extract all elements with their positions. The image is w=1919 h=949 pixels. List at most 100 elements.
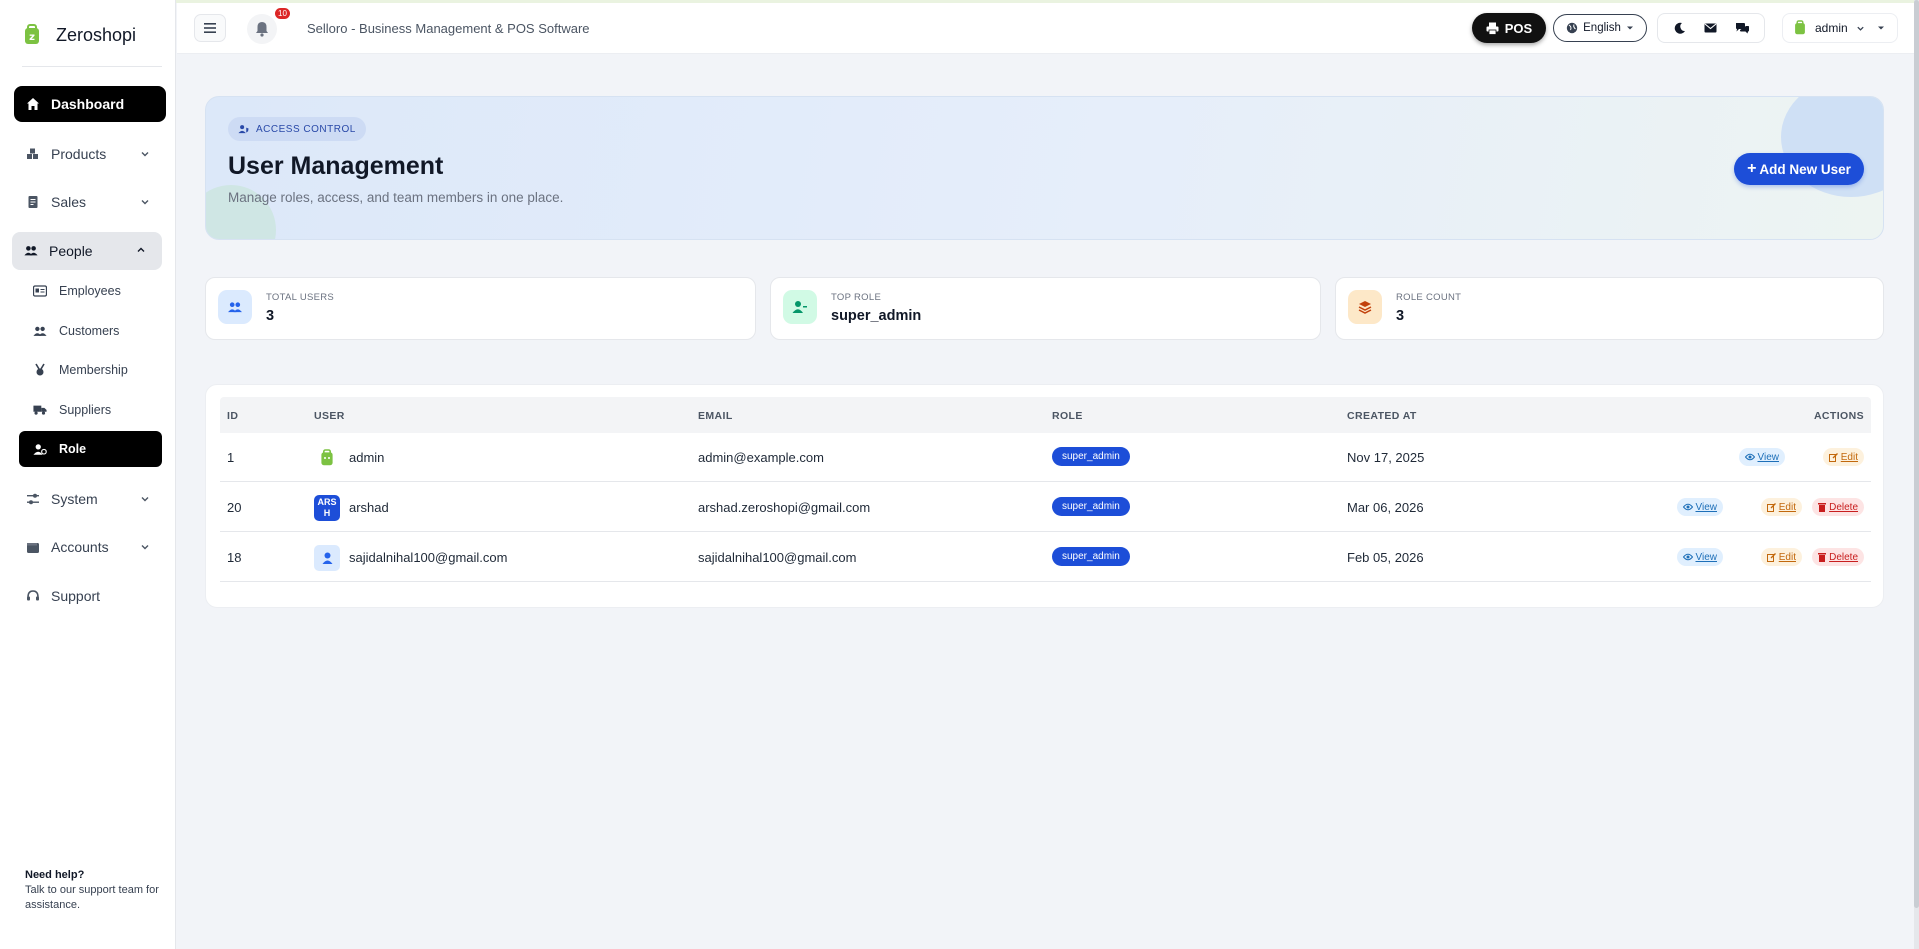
layers-icon	[1348, 290, 1382, 324]
sidebar-subitem-label: Customers	[59, 324, 120, 338]
cell-created-at: Nov 17, 2025	[1347, 450, 1425, 465]
quick-actions	[1657, 13, 1765, 43]
edit-label: Edit	[1778, 501, 1796, 513]
page-subtitle: Manage roles, access, and team members i…	[228, 190, 564, 205]
printer-icon	[1486, 22, 1499, 35]
cell-created-at: Mar 06, 2026	[1347, 500, 1424, 515]
receipt-icon	[26, 195, 40, 209]
add-new-user-button[interactable]: + Add New User	[1734, 153, 1864, 185]
truck-icon	[33, 403, 47, 417]
sidebar-item-support[interactable]: Support	[14, 578, 166, 614]
headset-icon	[26, 589, 40, 603]
sidebar-item-sales[interactable]: Sales	[14, 184, 166, 220]
sidebar-subitem-employees[interactable]: Employees	[19, 274, 163, 308]
column-header-created-at[interactable]: CREATED AT	[1347, 410, 1417, 422]
scrollbar-thumb[interactable]	[1914, 0, 1919, 908]
delete-label: Delete	[1829, 551, 1858, 563]
user-name: admin	[1815, 21, 1848, 35]
medal-icon	[33, 363, 47, 377]
id-card-icon	[33, 284, 47, 298]
edit-button[interactable]: Edit	[1760, 498, 1802, 516]
column-header-actions: ACTIONS	[1813, 410, 1864, 422]
user-tag-icon	[783, 290, 817, 324]
delete-button[interactable]: Delete	[1812, 498, 1864, 516]
language-label: English	[1583, 22, 1621, 34]
sidebar-item-dashboard[interactable]: Dashboard	[14, 86, 166, 122]
menu-toggle-button[interactable]	[194, 14, 226, 42]
edit-icon	[1766, 552, 1776, 562]
edit-icon	[1766, 502, 1776, 512]
sidebar-subitem-label: Employees	[59, 284, 121, 298]
chevron-down-icon	[141, 497, 149, 502]
sidebar-subitem-customers[interactable]: Customers	[19, 314, 163, 348]
avatar-alt-text: ARSH	[317, 497, 337, 518]
sidebar-subitem-membership[interactable]: Membership	[19, 353, 163, 387]
view-label: View	[1757, 451, 1780, 463]
sidebar-item-system[interactable]: System	[14, 481, 166, 517]
user-menu-button[interactable]: admin	[1782, 13, 1898, 43]
sidebar-item-products[interactable]: Products	[14, 136, 166, 172]
envelope-icon	[1704, 23, 1717, 33]
stat-label: ROLE COUNT	[1396, 292, 1462, 303]
sidebar-item-label: People	[49, 243, 93, 259]
page-scrollbar[interactable]	[1914, 0, 1919, 949]
cell-user: admin	[349, 450, 385, 465]
avatar	[314, 545, 340, 571]
sidebar-item-accounts[interactable]: Accounts	[14, 529, 166, 565]
cell-user: arshad	[349, 500, 389, 515]
stat-label: TOP ROLE	[831, 292, 882, 303]
dark-mode-toggle[interactable]	[1671, 19, 1689, 37]
sidebar-item-label: Products	[51, 146, 107, 162]
table-row: 20 ARSH arshad arshad.zeroshopi@gmail.co…	[220, 483, 1871, 532]
trash-icon	[1818, 503, 1827, 512]
view-button[interactable]: View	[1676, 548, 1723, 566]
chip-label: ACCESS CONTROL	[256, 123, 356, 135]
edit-button[interactable]: Edit	[1760, 548, 1802, 566]
messages-button[interactable]	[1702, 19, 1720, 37]
chat-button[interactable]	[1733, 19, 1751, 37]
section-chip: ACCESS CONTROL	[228, 117, 366, 141]
user-shield-icon	[238, 125, 249, 134]
sidebar-subitem-role[interactable]: Role	[19, 431, 162, 467]
notifications-button[interactable]	[247, 14, 277, 44]
plus-icon: +	[1747, 160, 1757, 177]
view-button[interactable]: View	[1738, 448, 1785, 466]
cell-email: sajidalnihal100@gmail.com	[698, 550, 857, 565]
globe-icon	[1566, 22, 1578, 34]
role-badge: super_admin	[1052, 497, 1130, 516]
delete-button[interactable]: Delete	[1812, 548, 1864, 566]
wallet-icon	[26, 540, 40, 554]
edit-button[interactable]: Edit	[1822, 448, 1864, 466]
role-badge: super_admin	[1052, 547, 1130, 566]
stat-label: TOTAL USERS	[266, 292, 335, 303]
sidebar-item-people[interactable]: People	[12, 232, 162, 270]
column-header-email[interactable]: EMAIL	[698, 410, 733, 422]
moon-icon	[1674, 22, 1685, 34]
column-header-id[interactable]: ID	[227, 410, 238, 422]
stat-card-role-count: ROLE COUNT 3	[1335, 277, 1884, 340]
chevron-up-icon	[137, 247, 145, 252]
user-gear-icon	[33, 442, 47, 456]
view-label: View	[1695, 551, 1718, 563]
column-header-user[interactable]: USER	[314, 410, 345, 422]
users-icon	[24, 244, 38, 258]
view-button[interactable]: View	[1676, 498, 1723, 516]
language-select[interactable]: English	[1553, 14, 1647, 42]
table-header: ID USER EMAIL ROLE CREATED AT ACTIONS	[220, 397, 1871, 433]
cell-id: 18	[227, 550, 242, 565]
svg-text:z: z	[29, 32, 35, 43]
brand[interactable]: z Zeroshopi	[22, 24, 136, 46]
pos-button[interactable]: POS	[1472, 13, 1546, 43]
page-header-banner: ACCESS CONTROL User Management Manage ro…	[205, 96, 1884, 240]
view-label: View	[1695, 501, 1718, 513]
chevron-down-icon	[141, 545, 149, 550]
edit-label: Edit	[1840, 451, 1858, 463]
sidebar-item-label: Support	[51, 588, 101, 604]
column-header-role[interactable]: ROLE	[1052, 410, 1083, 422]
hamburger-icon	[204, 23, 216, 33]
sidebar-subitem-label: Role	[59, 442, 87, 456]
avatar	[1795, 20, 1805, 35]
user-icon	[322, 552, 332, 564]
sidebar-subitem-suppliers[interactable]: Suppliers	[19, 393, 163, 427]
page-title: User Management	[228, 152, 444, 180]
